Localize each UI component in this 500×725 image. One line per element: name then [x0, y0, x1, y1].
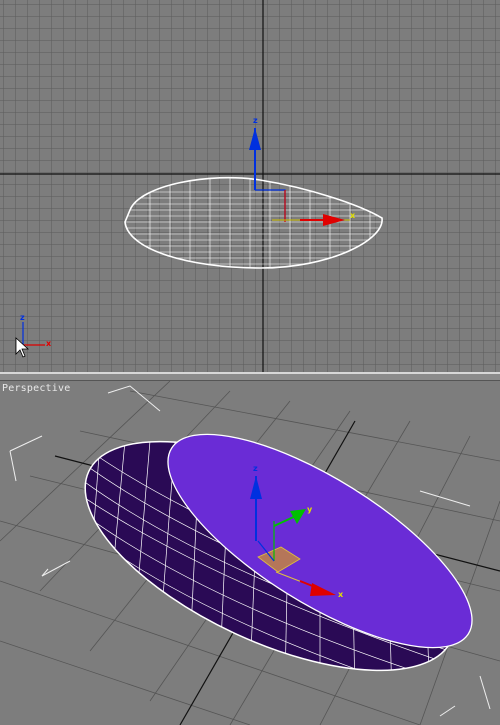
gizmo-x-label: x	[350, 211, 356, 220]
gizmo-z-label: z	[253, 116, 258, 125]
top-viewport[interactable]: z x z x	[0, 0, 500, 372]
world-axis-z-label: z	[20, 313, 25, 322]
perspective-viewport-canvas[interactable]: z y x	[0, 381, 500, 725]
viewport-label[interactable]: Perspective	[2, 383, 70, 394]
perspective-viewport[interactable]: z y x Perspective	[0, 381, 500, 725]
persp-gizmo-z-label: z	[253, 464, 258, 473]
viewport-divider[interactable]	[0, 372, 500, 381]
world-axis-x-label: x	[46, 339, 52, 348]
top-viewport-canvas[interactable]: z x z x	[0, 0, 500, 372]
persp-gizmo-x-label: x	[338, 590, 344, 599]
persp-gizmo-y-label: y	[307, 505, 313, 514]
